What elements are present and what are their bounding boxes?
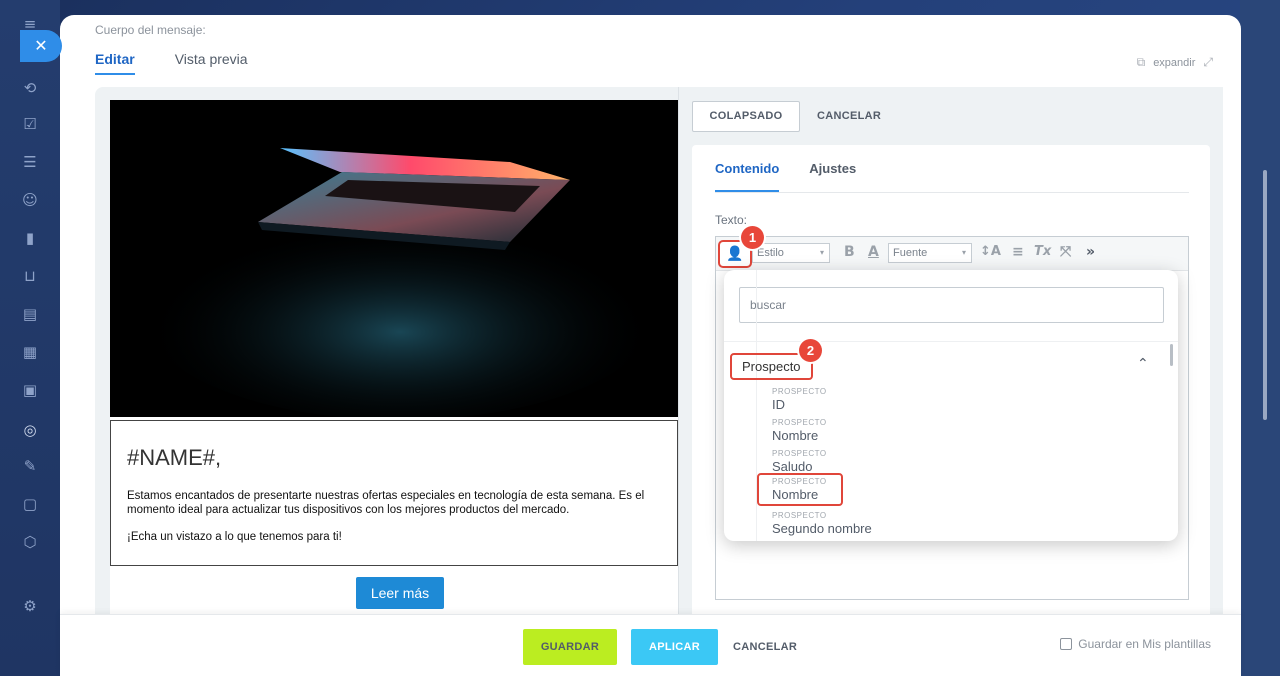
font-size-icon[interactable]: ↕A [980, 244, 1001, 259]
bold-icon[interactable]: B [844, 244, 855, 260]
settings-card: Contenido Ajustes Texto: 👤 Estilo ▾ B A [692, 145, 1210, 627]
item-category: PROSPECTO [772, 511, 827, 520]
contact-card-icon[interactable]: ▤ [20, 304, 40, 324]
chevron-down-icon: ▾ [961, 248, 966, 257]
tasks-icon[interactable]: ☑ [20, 114, 40, 134]
pen-icon[interactable]: ✎ [20, 456, 40, 476]
marketing-icon[interactable]: ◎ [20, 420, 40, 440]
dropdown-scrollbar[interactable] [1170, 344, 1173, 366]
email-text-block[interactable]: #NAME#, Estamos encantados de presentart… [110, 420, 678, 566]
cart-icon[interactable]: ⊔ [20, 266, 40, 286]
checkbox[interactable] [1060, 638, 1073, 650]
analytics-icon[interactable]: ▮ [20, 228, 40, 248]
page-scrollbar-area [1240, 0, 1280, 676]
robot-icon[interactable]: ☺ [20, 190, 40, 210]
close-slider-button[interactable]: ✕ [20, 30, 62, 62]
list-item-nombre-highlighted[interactable]: PROSPECTO Nombre [757, 473, 843, 506]
store-icon[interactable]: ▣ [20, 380, 40, 400]
rich-text-editor[interactable]: 👤 Estilo ▾ B A Fuente ▾ ↕A ≡ Tx ⤧ » busc… [715, 236, 1189, 600]
message-editor-panel: Cuerpo del mensaje: Editar Vista previa … [60, 15, 1241, 676]
item-name: Nombre [772, 487, 819, 502]
text-color-icon[interactable]: A [868, 244, 879, 260]
align-icon[interactable]: ≡ [1012, 244, 1024, 260]
personalization-dropdown: buscar PROSPECTO ID PROSPECTO Nombre PRO… [724, 270, 1178, 541]
save-button[interactable]: GUARDAR [523, 629, 617, 665]
cancel-button[interactable]: CANCELAR [733, 629, 797, 665]
item-category: PROSPECTO [772, 477, 827, 486]
item-name: Segundo nombre [772, 521, 872, 536]
expand-arrows-icon: ⤢ [1203, 55, 1213, 69]
list-item-nombre[interactable]: PROSPECTO Nombre [772, 418, 827, 443]
close-icon: ✕ [34, 36, 48, 55]
chevron-up-icon[interactable]: ⌃ [1137, 356, 1149, 372]
apply-button[interactable]: APLICAR [631, 629, 718, 665]
more-icon[interactable]: » [1086, 244, 1095, 260]
tab-edit[interactable]: Editar [95, 51, 135, 75]
item-category: PROSPECTO [772, 449, 827, 458]
list-item-segundo-nombre[interactable]: PROSPECTO Segundo nombre [772, 511, 872, 536]
font-select-value: Fuente [893, 247, 928, 259]
message-body-label: Cuerpo del mensaje: [95, 23, 206, 37]
collapse-button[interactable]: COLAPSADO [692, 101, 800, 132]
step-badge-2: 2 [799, 339, 822, 362]
footer-action-bar: GUARDAR APLICAR CANCELAR Guardar en Mis … [60, 614, 1241, 676]
field-list: PROSPECTO ID PROSPECTO Nombre PROSPECTO … [756, 270, 1156, 541]
chevron-down-icon: ▾ [819, 248, 824, 257]
tab-preview[interactable]: Vista previa [175, 51, 248, 75]
list-item-saludo[interactable]: PROSPECTO Saludo [772, 449, 827, 474]
settings-icon[interactable]: ⚙ [20, 596, 40, 616]
save-template-label: Guardar en Mis plantillas [1078, 637, 1211, 651]
clear-format-icon[interactable]: Tx [1034, 244, 1051, 259]
email-greeting: #NAME#, [127, 445, 222, 470]
copy-icon: ⧉ [1136, 55, 1146, 69]
item-name: ID [772, 397, 785, 412]
crm-icon[interactable]: ⟲ [20, 78, 40, 98]
expand-button[interactable]: ⧉ expandir ⤢ [1137, 55, 1213, 70]
editor-mode-tabs: Editar Vista previa [95, 51, 248, 75]
save-template-checkbox[interactable]: Guardar en Mis plantillas [1060, 637, 1211, 651]
email-paragraph: Estamos encantados de presentarte nuestr… [127, 490, 645, 516]
settings-tabs: Contenido Ajustes [715, 161, 1189, 193]
item-category: PROSPECTO [772, 387, 827, 396]
laptop-illustration [110, 100, 678, 417]
read-more-button[interactable]: Leer más [356, 577, 444, 609]
app-sidebar: ≡ ⟲ ☑ ☰ ☺ ▮ ⊔ ▤ ▦ ▣ ◎ ✎ ▢ ⬡ ⚙ [0, 0, 60, 676]
email-canvas: #NAME#, Estamos encantados de presentart… [110, 100, 678, 620]
item-name: Saludo [772, 459, 813, 474]
font-select[interactable]: Fuente ▾ [888, 243, 972, 263]
tab-settings[interactable]: Ajustes [809, 161, 856, 192]
style-select[interactable]: Estilo ▾ [752, 243, 830, 263]
editor-area: #NAME#, Estamos encantados de presentart… [95, 87, 1223, 627]
calendar-icon[interactable]: ▦ [20, 342, 40, 362]
step-badge-1: 1 [741, 226, 764, 249]
box-icon[interactable]: ⬡ [20, 532, 40, 552]
filter-icon[interactable]: ☰ [20, 152, 40, 172]
style-select-value: Estilo [757, 247, 784, 259]
item-name: Nombre [772, 428, 819, 443]
text-field-label: Texto: [715, 213, 748, 227]
person-list-icon: 👤 [726, 246, 744, 262]
list-item-id[interactable]: PROSPECTO ID [772, 387, 827, 412]
maximize-icon[interactable]: ⤧ [1060, 244, 1071, 260]
editor-toolbar: 👤 Estilo ▾ B A Fuente ▾ ↕A ≡ Tx ⤧ » [716, 237, 1188, 271]
expand-label: expandir [1153, 56, 1196, 69]
hero-laptop-image[interactable] [110, 100, 678, 417]
cancel-block-button[interactable]: CANCELAR [817, 101, 881, 132]
document-icon[interactable]: ▢ [20, 494, 40, 514]
email-paragraph-2: ¡Echa un vistazo a lo que tenemos para t… [127, 531, 342, 543]
item-category: PROSPECTO [772, 418, 827, 427]
tab-content[interactable]: Contenido [715, 161, 780, 192]
block-settings-panel: COLAPSADO CANCELAR Contenido Ajustes Tex… [678, 87, 1223, 627]
page-scrollbar[interactable] [1263, 170, 1267, 420]
